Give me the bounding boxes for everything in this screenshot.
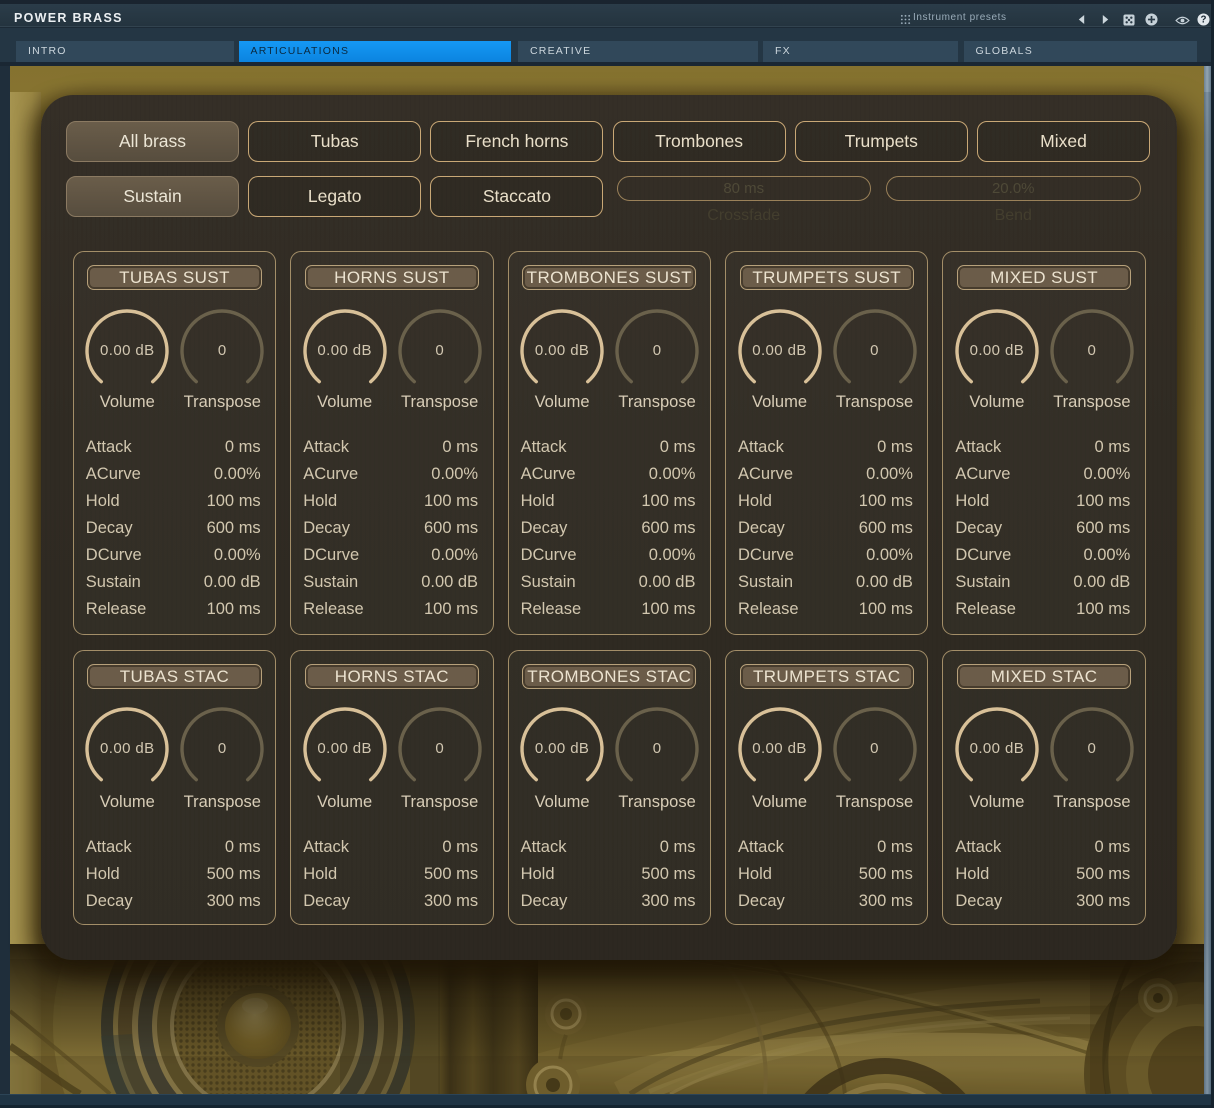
svg-text:?: ?	[1201, 15, 1207, 26]
